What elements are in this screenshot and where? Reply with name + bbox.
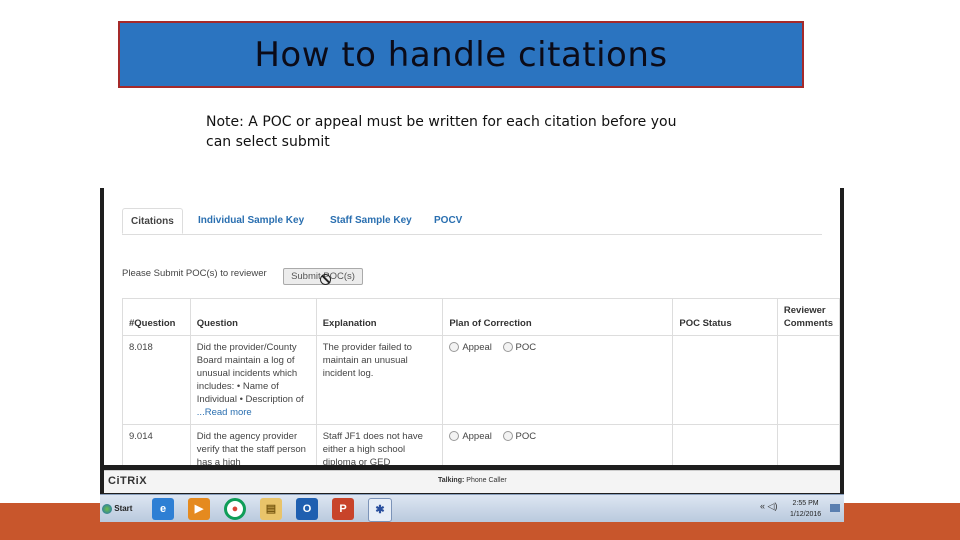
- citation-question: Did the provider/County Board maintain a…: [189, 335, 317, 425]
- appeal-radio[interactable]: [449, 431, 460, 442]
- poc-radio[interactable]: [502, 342, 513, 353]
- slide-title: How to handle citations: [254, 34, 668, 75]
- media-player-icon[interactable]: ▶: [188, 498, 210, 520]
- reviewer-comments-cell: [776, 335, 840, 425]
- appeal-radio[interactable]: [449, 342, 460, 353]
- appeal-radio-option[interactable]: Appeal: [449, 431, 492, 442]
- question-text: Did the provider/County Board maintain a…: [196, 342, 304, 405]
- col-header-plan-of-correction: Plan of Correction: [442, 298, 674, 336]
- appeal-label: Appeal: [462, 342, 492, 353]
- chrome-icon[interactable]: ●: [224, 498, 246, 520]
- browser-content: Citations Individual Sample Key Staff Sa…: [104, 188, 840, 465]
- submit-prompt: Please Submit POC(s) to reviewer: [122, 268, 267, 279]
- screenshot-frame: Citations Individual Sample Key Staff Sa…: [100, 188, 844, 520]
- clock-date: 1/12/2016: [790, 511, 822, 518]
- outlook-icon[interactable]: O: [296, 498, 318, 520]
- taskbar: Start e ▶ ● ▤ O P ✱ « ◁) 2:55 PM 1/12/20…: [100, 494, 844, 522]
- appeal-label: Appeal: [462, 431, 492, 442]
- poc-status-cell: [672, 424, 778, 465]
- not-allowed-cursor-icon: [320, 274, 331, 285]
- citation-number: 8.018: [122, 335, 191, 425]
- citation-explanation: The provider failed to maintain an unusu…: [315, 335, 444, 425]
- appeal-radio-option[interactable]: Appeal: [449, 342, 492, 353]
- citation-explanation: Staff JF1 does not have either a high sc…: [315, 424, 444, 465]
- talking-status: Talking: Phone Caller: [438, 477, 507, 484]
- show-desktop-icon[interactable]: [830, 504, 840, 512]
- table-row: 8.018 Did the provider/County Board main…: [122, 335, 840, 425]
- tab-bar: Citations Individual Sample Key Staff Sa…: [122, 208, 822, 235]
- talking-value: Phone Caller: [466, 477, 507, 484]
- tab-citations[interactable]: Citations: [122, 208, 183, 234]
- clock-time: 2:55 PM: [792, 500, 819, 507]
- col-header-poc-status: POC Status: [672, 298, 778, 336]
- start-button[interactable]: Start: [102, 501, 140, 517]
- col-header-explanation: Explanation: [315, 298, 444, 336]
- internet-explorer-icon[interactable]: e: [152, 498, 174, 520]
- plan-of-correction-cell: Appeal POC: [442, 424, 674, 465]
- tab-individual-sample-key[interactable]: Individual Sample Key: [190, 208, 312, 234]
- citation-number: 9.014: [122, 424, 191, 465]
- tray-icons: « ◁): [760, 501, 777, 512]
- talking-label: Talking:: [438, 477, 465, 484]
- volume-icon[interactable]: ◁): [768, 501, 778, 511]
- start-label: Start: [114, 504, 133, 513]
- read-more-link[interactable]: ...Read more: [197, 407, 252, 418]
- col-header-number: #Question: [122, 298, 191, 336]
- col-header-reviewer-comments: Reviewer Comments: [776, 298, 840, 336]
- slide-note: Note: A POC or appeal must be written fo…: [206, 114, 677, 150]
- poc-radio[interactable]: [502, 431, 513, 442]
- plan-of-correction-cell: Appeal POC: [442, 335, 674, 425]
- title-banner: How to handle citations: [118, 21, 804, 88]
- table-header-row: #Question Question Explanation Plan of C…: [122, 298, 840, 336]
- file-explorer-icon[interactable]: ▤: [260, 498, 282, 520]
- clock[interactable]: 2:55 PM 1/12/2016: [790, 498, 821, 520]
- show-hidden-icons-icon[interactable]: «: [760, 501, 765, 511]
- citrix-logo: CiTRiX: [108, 475, 148, 487]
- reviewer-comments-cell: [776, 424, 840, 465]
- citrix-bar: CiTRiX Talking: Phone Caller: [104, 470, 840, 493]
- citations-table: #Question Question Explanation Plan of C…: [122, 298, 840, 465]
- poc-label: POC: [515, 342, 537, 353]
- powerpoint-icon[interactable]: P: [332, 498, 354, 520]
- windows-logo-icon: [102, 503, 112, 514]
- poc-label: POC: [515, 431, 537, 442]
- citation-question: Did the agency provider verify that the …: [189, 424, 317, 465]
- poc-radio-option[interactable]: POC: [502, 342, 537, 353]
- tab-staff-sample-key[interactable]: Staff Sample Key: [322, 208, 420, 234]
- snowflake-app-icon[interactable]: ✱: [368, 498, 392, 522]
- poc-status-cell: [672, 335, 778, 425]
- col-header-question: Question: [189, 298, 317, 336]
- table-row: 9.014 Did the agency provider verify tha…: [122, 424, 840, 465]
- poc-radio-option[interactable]: POC: [502, 431, 537, 442]
- tab-pocv[interactable]: POCV: [426, 208, 470, 234]
